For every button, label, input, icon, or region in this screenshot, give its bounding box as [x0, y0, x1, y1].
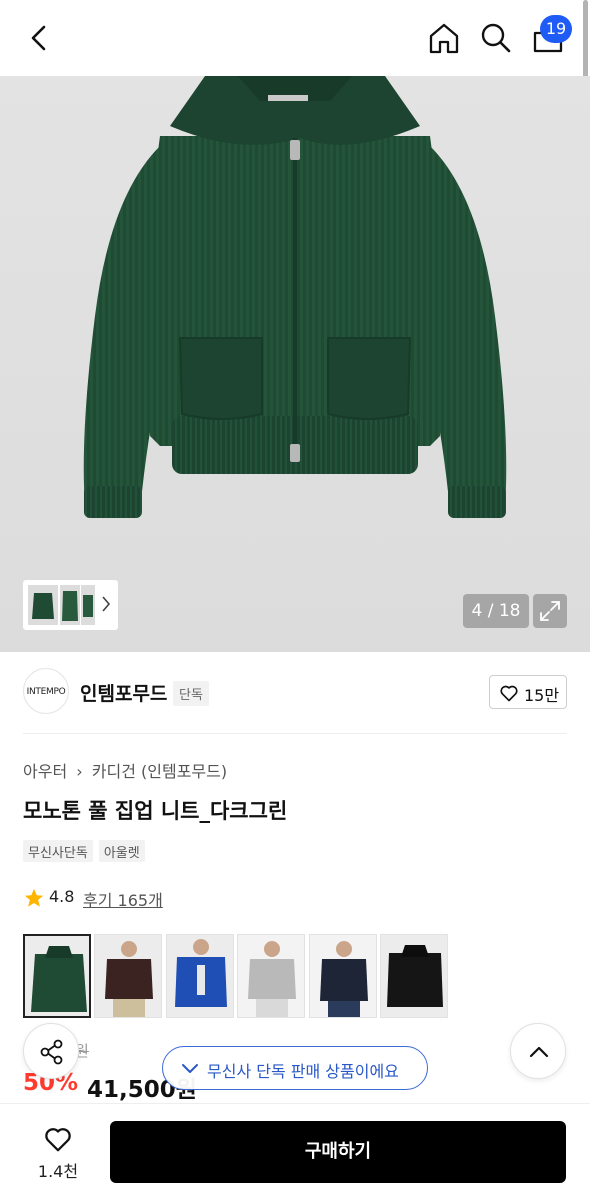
variant-thumbnail[interactable] — [309, 934, 377, 1018]
variant-thumbnail[interactable] — [23, 934, 91, 1018]
top-nav-bar: 19 — [0, 0, 590, 76]
scroll-to-top-button[interactable] — [510, 1023, 566, 1079]
search-button[interactable] — [478, 20, 514, 56]
chevron-right-icon: › — [76, 762, 83, 781]
star-icon — [24, 888, 44, 907]
home-button[interactable] — [426, 20, 462, 56]
wishlist-count: 1.4천 — [37, 1162, 79, 1181]
home-icon — [429, 23, 459, 54]
brand-like-button[interactable]: 15만 — [489, 675, 567, 709]
tag-exclusive: 무신사단독 — [23, 840, 93, 862]
brand-like-count: 15만 — [524, 686, 560, 705]
wishlist-button[interactable]: 1.4천 — [28, 1122, 88, 1186]
tag-outlet: 아울렛 — [98, 840, 145, 862]
thumbnail-image — [60, 585, 80, 625]
thumbnail-image — [28, 585, 58, 625]
breadcrumb-child[interactable]: 카디건 (인템포무드) — [92, 762, 227, 781]
variant-thumbnail[interactable] — [237, 934, 305, 1018]
image-pager: 4 / 18 — [463, 594, 529, 628]
rating-value: 4.8 — [49, 887, 75, 906]
variant-thumbnail[interactable] — [380, 934, 448, 1018]
product-image-gallery[interactable]: 4 / 18 — [0, 76, 590, 652]
variant-thumbnail[interactable] — [166, 934, 234, 1018]
thumbnail-image — [81, 585, 95, 625]
product-title: 모노톤 풀 집업 니트_다크그린 — [23, 799, 288, 823]
review-count-link[interactable]: 후기 165개 — [83, 887, 163, 911]
variant-thumbnail[interactable] — [94, 934, 162, 1018]
chevron-right-icon — [102, 596, 111, 612]
buy-button[interactable]: 구매하기 — [110, 1121, 566, 1183]
heart-icon — [500, 685, 518, 702]
search-icon — [481, 23, 511, 53]
brand-name[interactable]: 인템포무드 — [80, 679, 167, 706]
image-thumbnail-strip[interactable] — [23, 580, 118, 630]
brand-exclusive-tag: 단독 — [173, 681, 209, 706]
breadcrumb-parent[interactable]: 아우터 — [23, 762, 67, 781]
brand-logo[interactable]: INTEMPO — [23, 668, 69, 714]
product-tags: 무신사단독 아울렛 — [23, 840, 145, 862]
exclusive-notice-text: 무신사 단독 판매 상품이에요 — [207, 1062, 399, 1081]
cart-count-badge: 19 — [540, 15, 572, 43]
chevron-down-icon — [182, 1064, 198, 1073]
chevron-up-icon — [529, 1046, 549, 1058]
back-icon — [31, 25, 46, 51]
product-photo — [83, 76, 507, 518]
expand-image-button[interactable] — [533, 594, 567, 628]
bottom-action-bar: 1.4천 구매하기 — [0, 1103, 590, 1200]
back-button[interactable] — [22, 20, 58, 56]
divider — [23, 733, 567, 734]
category-breadcrumb: 아우터 › 카디건 (인템포무드) — [23, 758, 227, 782]
heart-icon — [45, 1128, 71, 1152]
exclusive-notice-pill[interactable]: 무신사 단독 판매 상품이에요 — [162, 1046, 428, 1090]
expand-icon — [540, 601, 560, 621]
share-button[interactable] — [23, 1023, 79, 1079]
share-icon — [40, 1039, 63, 1065]
